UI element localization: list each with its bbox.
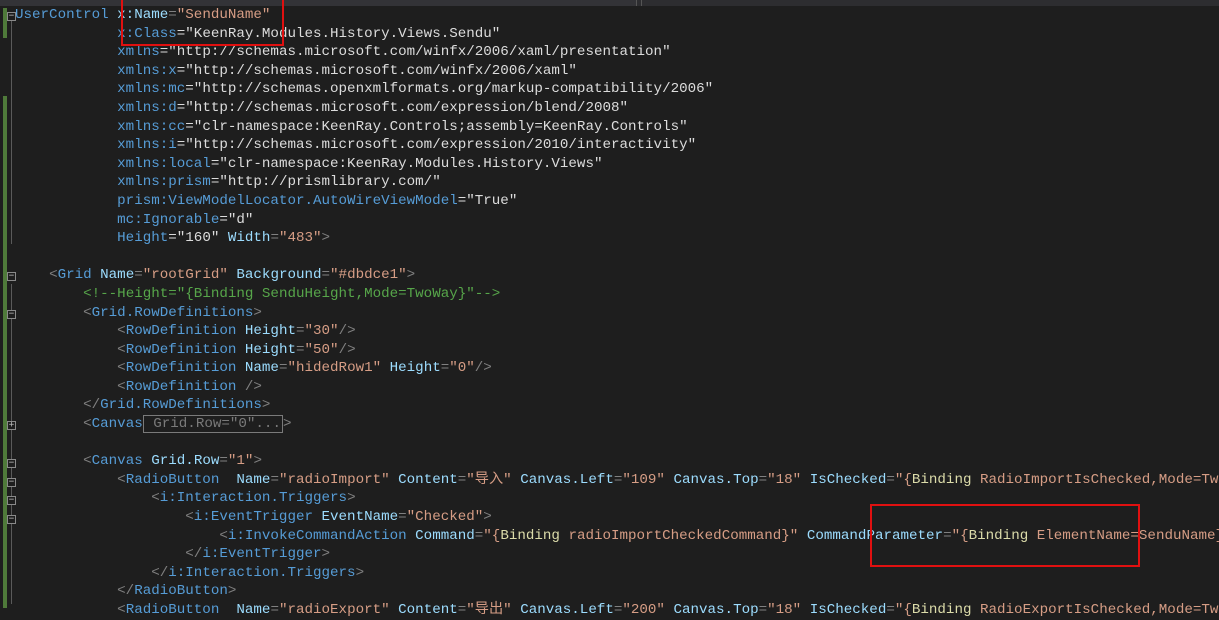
code-line[interactable]: <Grid.RowDefinitions> (15, 304, 1219, 323)
code-line[interactable]: <Canvas Grid.Row="0"... > (15, 415, 1219, 434)
code-line[interactable]: <Grid Name="rootGrid" Background="#dbdce… (15, 266, 1219, 285)
code-line[interactable] (15, 248, 1219, 267)
change-marker (3, 228, 7, 608)
highlight-box-commandparameter (870, 504, 1140, 567)
code-line[interactable]: xmlns:x="http://schemas.microsoft.com/wi… (15, 62, 1219, 81)
highlight-box-xname (121, 0, 284, 46)
code-line[interactable]: <RadioButton Name="radioExport" Content=… (15, 601, 1219, 620)
code-line[interactable]: <RowDefinition Height="50"/> (15, 341, 1219, 360)
fold-guide (11, 20, 12, 244)
code-line[interactable]: xmlns:mc="http://schemas.openxmlformats.… (15, 80, 1219, 99)
change-marker (3, 96, 7, 246)
code-line[interactable] (15, 434, 1219, 453)
code-line[interactable]: </Grid.RowDefinitions> (15, 396, 1219, 415)
code-line[interactable]: xmlns:i="http://schemas.microsoft.com/ex… (15, 136, 1219, 155)
code-line[interactable]: <RowDefinition Name="hidedRow1" Height="… (15, 359, 1219, 378)
fold-guide (11, 284, 12, 604)
code-line[interactable]: Height="160" Width="483"> (15, 229, 1219, 248)
code-line[interactable]: mc:Ignorable="d" (15, 211, 1219, 230)
code-line[interactable]: prism:ViewModelLocator.AutoWireViewModel… (15, 192, 1219, 211)
code-line[interactable]: <RowDefinition Height="30"/> (15, 322, 1219, 341)
code-line[interactable]: xmlns:local="clr-namespace:KeenRay.Modul… (15, 155, 1219, 174)
code-line[interactable]: <Canvas Grid.Row="1"> (15, 452, 1219, 471)
code-line[interactable]: xmlns:cc="clr-namespace:KeenRay.Controls… (15, 118, 1219, 137)
code-line[interactable]: xmlns:d="http://schemas.microsoft.com/ex… (15, 99, 1219, 118)
code-line[interactable]: <RadioButton Name="radioImport" Content=… (15, 471, 1219, 490)
code-line[interactable]: </RadioButton> (15, 582, 1219, 601)
editor-gutter: − − − + − − − − (0, 6, 16, 608)
code-line[interactable]: xmlns:prism="http://prismlibrary.com/" (15, 173, 1219, 192)
code-line[interactable]: <RowDefinition /> (15, 378, 1219, 397)
code-line[interactable]: <!--Height="{Binding SenduHeight,Mode=Tw… (15, 285, 1219, 304)
